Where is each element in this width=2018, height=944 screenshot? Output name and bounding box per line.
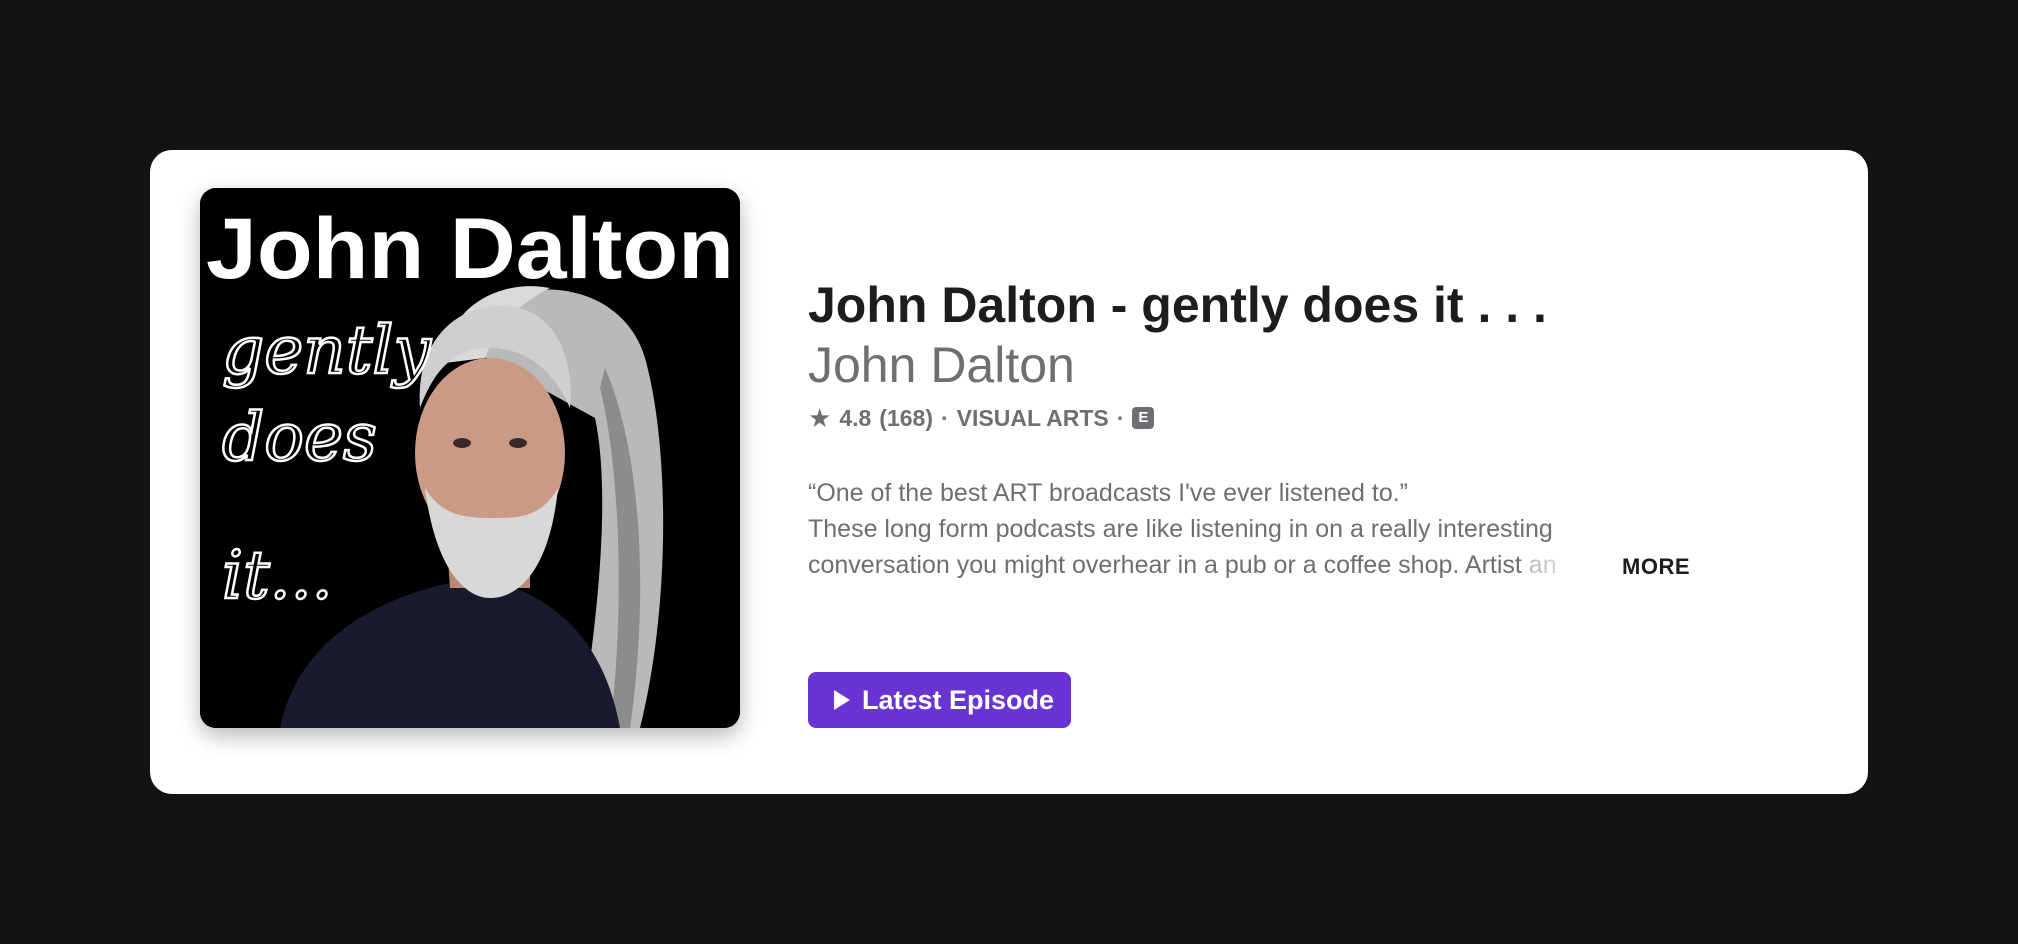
- artwork-line-1: gently: [222, 312, 431, 389]
- explicit-badge: E: [1132, 407, 1155, 429]
- star-icon: ★: [808, 403, 832, 433]
- description-line: “One of the best ART broadcasts I've eve…: [808, 479, 1408, 507]
- podcast-info: John Dalton - gently does it . . . John …: [808, 275, 1728, 728]
- latest-episode-label: Latest Episode: [862, 684, 1055, 715]
- more-button[interactable]: MORE: [1622, 549, 1690, 585]
- artwork-line-3: it...: [222, 537, 333, 614]
- category-link[interactable]: VISUAL ARTS: [957, 405, 1109, 432]
- meta-separator: ·: [941, 404, 949, 431]
- description-fade-text: an: [1528, 551, 1557, 579]
- podcast-artist-link[interactable]: John Dalton: [808, 335, 1728, 395]
- podcast-description: “One of the best ART broadcasts I've eve…: [808, 475, 1708, 583]
- podcast-artwork[interactable]: John Dalton gently does it...: [200, 188, 740, 728]
- podcast-title: John Dalton - gently does it . . .: [808, 277, 1547, 333]
- play-icon: [834, 690, 850, 710]
- podcast-header-card: John Dalton gently does it... John Dalto…: [150, 150, 1868, 794]
- description-line: These long form podcasts are like listen…: [808, 515, 1553, 543]
- description-line: conversation you might overhear in a pub…: [808, 547, 1708, 583]
- artwork-image: John Dalton gently does it...: [200, 188, 740, 728]
- meta-separator: ·: [1116, 404, 1125, 431]
- latest-episode-button[interactable]: Latest Episode: [808, 672, 1071, 728]
- artwork-line-2: does: [222, 399, 377, 476]
- rating-value: 4.8: [839, 404, 872, 431]
- description-line-text: conversation you might overhear in a pub…: [808, 551, 1522, 579]
- podcast-meta: ★ 4.8 (168) · VISUAL ARTS · E: [808, 403, 1728, 433]
- artwork-heading: John Dalton: [206, 201, 734, 297]
- rating-count: (168): [879, 404, 933, 431]
